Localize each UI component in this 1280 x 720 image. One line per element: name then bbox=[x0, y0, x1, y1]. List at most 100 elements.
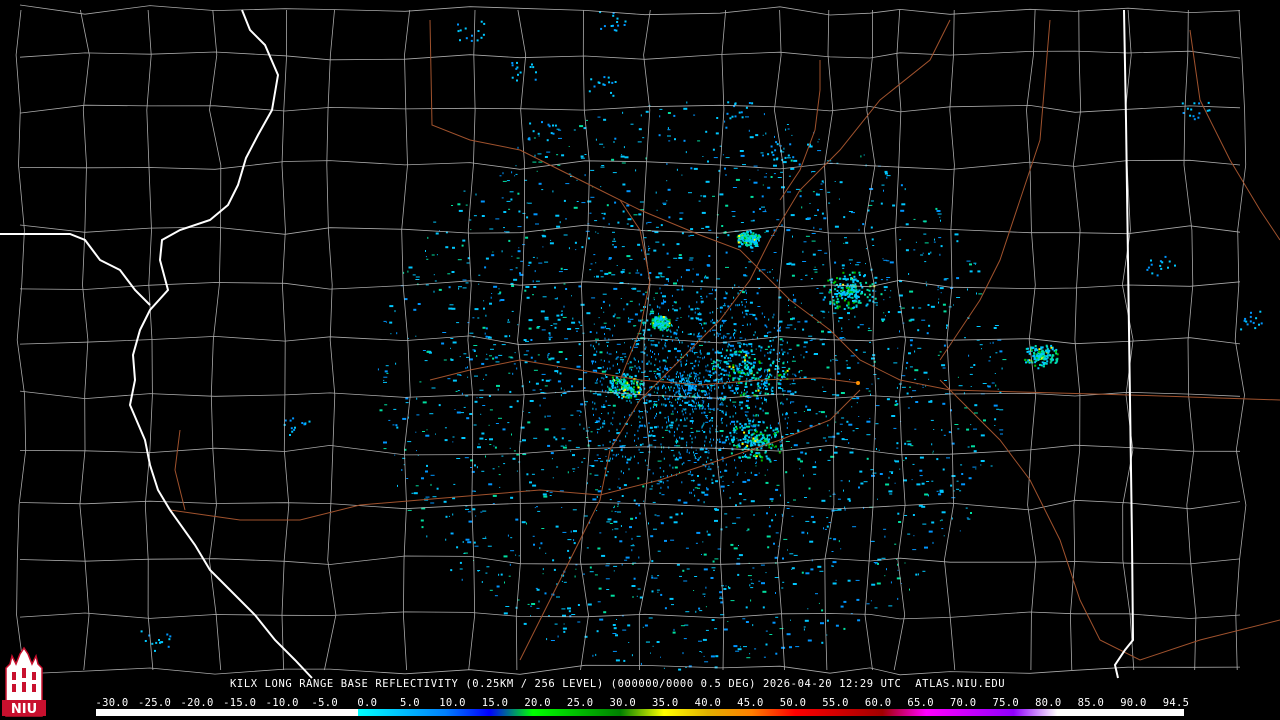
echo-cell bbox=[994, 325, 999, 326]
echo-cell bbox=[656, 368, 659, 371]
echo-cell bbox=[839, 337, 843, 339]
echo-cell bbox=[876, 582, 881, 585]
echo-cell bbox=[526, 522, 527, 525]
echo-cell bbox=[655, 191, 657, 194]
echo-cell bbox=[746, 360, 749, 363]
echo-cell bbox=[775, 616, 779, 618]
echo-cell bbox=[868, 299, 871, 302]
echo-cell bbox=[616, 21, 619, 23]
echo-cell bbox=[494, 446, 497, 449]
echo-cell bbox=[771, 362, 774, 365]
echo-cell bbox=[829, 302, 832, 305]
echo-cell bbox=[750, 582, 753, 584]
echo-cell bbox=[481, 362, 485, 365]
echo-cell bbox=[882, 258, 884, 260]
echo-cell bbox=[832, 561, 837, 564]
echo-cell bbox=[658, 134, 661, 137]
echo-cell bbox=[457, 259, 462, 261]
echo-cell bbox=[714, 519, 718, 522]
echo-cell bbox=[706, 487, 708, 489]
echo-cell bbox=[868, 289, 871, 292]
echo-cell bbox=[764, 316, 766, 318]
echo-cell bbox=[630, 389, 633, 392]
echo-cell bbox=[462, 541, 464, 543]
echo-cell bbox=[456, 411, 461, 414]
echo-cell bbox=[841, 264, 845, 267]
echo-cell bbox=[614, 81, 617, 83]
echo-cell bbox=[644, 424, 645, 427]
echo-cell bbox=[523, 354, 528, 356]
echo-cell bbox=[636, 367, 638, 370]
echo-cell bbox=[679, 419, 682, 422]
echo-cell bbox=[680, 437, 684, 440]
echo-cell bbox=[496, 384, 500, 387]
echo-cell bbox=[448, 286, 451, 289]
echo-cell bbox=[621, 397, 624, 400]
echo-cell bbox=[639, 451, 644, 453]
echo-cell bbox=[760, 349, 762, 352]
echo-cell bbox=[555, 214, 560, 217]
echo-cell bbox=[575, 568, 577, 570]
echo-cell bbox=[704, 493, 709, 496]
echo-cell bbox=[809, 540, 814, 543]
echo-cell bbox=[533, 369, 538, 371]
echo-cell bbox=[932, 452, 934, 454]
echo-cell bbox=[653, 439, 657, 441]
echo-cell bbox=[608, 389, 611, 391]
echo-cell bbox=[698, 200, 701, 202]
echo-cell bbox=[539, 547, 541, 550]
echo-cell bbox=[715, 655, 719, 658]
echo-cell bbox=[763, 442, 766, 445]
echo-cell bbox=[862, 351, 866, 353]
echo-cell bbox=[603, 359, 605, 362]
echo-cell bbox=[735, 178, 740, 181]
echo-cell bbox=[668, 420, 670, 423]
echo-cell bbox=[663, 203, 667, 205]
echo-cell bbox=[701, 407, 703, 410]
echo-cell bbox=[725, 174, 727, 176]
echo-cell bbox=[759, 287, 761, 289]
echo-cell bbox=[541, 234, 545, 236]
echo-cell bbox=[425, 256, 427, 258]
echo-cell bbox=[526, 350, 530, 352]
echo-cell bbox=[166, 633, 169, 636]
echo-cell bbox=[652, 406, 654, 409]
echo-cell bbox=[785, 412, 787, 414]
echo-cell bbox=[695, 378, 697, 381]
echo-cell bbox=[477, 317, 480, 319]
echo-cell bbox=[780, 402, 782, 405]
echo-cell bbox=[603, 611, 607, 614]
echo-cell bbox=[693, 114, 696, 116]
echo-cell bbox=[598, 417, 600, 419]
echo-cell bbox=[749, 323, 751, 326]
echo-cell bbox=[1198, 102, 1201, 105]
echo-cell bbox=[630, 545, 635, 547]
echo-cell bbox=[834, 280, 837, 283]
echo-cell bbox=[606, 341, 610, 343]
echo-cell bbox=[558, 137, 562, 139]
echo-cell bbox=[389, 305, 394, 308]
echo-cell bbox=[746, 444, 749, 447]
echo-cell bbox=[605, 578, 610, 580]
echo-cell bbox=[465, 367, 467, 370]
echo-cell bbox=[620, 525, 622, 527]
echo-cell bbox=[713, 368, 716, 370]
echo-cell bbox=[781, 186, 785, 189]
echo-cell bbox=[645, 641, 650, 643]
echo-cell bbox=[675, 376, 677, 378]
echo-cell bbox=[683, 461, 685, 464]
echo-cell bbox=[508, 356, 513, 358]
echo-cell bbox=[515, 554, 517, 556]
echo-cell bbox=[1167, 266, 1169, 269]
echo-cell bbox=[720, 419, 722, 422]
radar-center-marker bbox=[856, 381, 860, 385]
echo-cell bbox=[488, 395, 491, 397]
echo-cell bbox=[554, 298, 558, 300]
echo-cell bbox=[770, 176, 773, 178]
echo-cell bbox=[690, 480, 695, 482]
echo-cell bbox=[875, 304, 878, 306]
echo-cell bbox=[710, 384, 712, 387]
echo-cell bbox=[504, 581, 505, 584]
echo-cell bbox=[909, 386, 911, 388]
echo-cell bbox=[693, 479, 695, 482]
